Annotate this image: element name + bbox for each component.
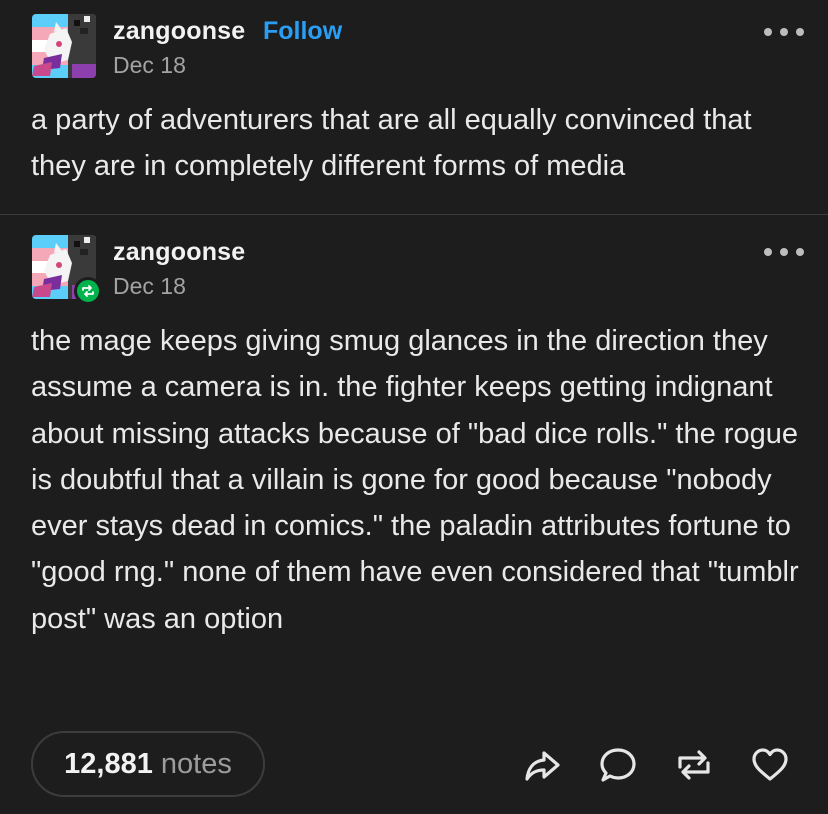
like-button[interactable] xyxy=(748,743,792,787)
more-dot-icon xyxy=(796,28,804,36)
reblog-body: the mage keeps giving smug glances in th… xyxy=(31,318,801,642)
post-username[interactable]: zangoonse xyxy=(113,17,245,46)
avatar-image xyxy=(32,14,96,78)
more-dot-icon xyxy=(764,248,772,256)
reblog-button[interactable] xyxy=(672,743,716,787)
reblog-badge-icon xyxy=(74,277,102,305)
post-date[interactable]: Dec 18 xyxy=(113,52,186,79)
reblog-icon xyxy=(678,750,710,780)
reblog-date[interactable]: Dec 18 xyxy=(113,273,186,300)
avatar[interactable] xyxy=(32,14,96,78)
notes-count: 12,881 xyxy=(64,747,153,780)
reblog-text: the mage keeps giving smug glances in th… xyxy=(31,325,799,635)
post-text: a party of adventurers that are all equa… xyxy=(31,104,752,183)
share-icon xyxy=(525,751,560,781)
original-post: zangoonse Follow Dec 18 a party of adven… xyxy=(0,0,828,214)
more-dot-icon xyxy=(780,28,788,36)
more-options-button[interactable] xyxy=(764,242,804,262)
more-options-button[interactable] xyxy=(764,22,804,42)
comment-button[interactable] xyxy=(596,743,640,787)
reblog-arrows-icon xyxy=(82,285,94,297)
more-dot-icon xyxy=(780,248,788,256)
more-dot-icon xyxy=(764,28,772,36)
more-dot-icon xyxy=(796,248,804,256)
comment-icon xyxy=(600,748,636,782)
reblog-username[interactable]: zangoonse xyxy=(113,238,245,267)
follow-button[interactable]: Follow xyxy=(263,17,342,46)
notes-label: notes xyxy=(160,747,232,780)
post-body: a party of adventurers that are all equa… xyxy=(31,97,801,190)
share-button[interactable] xyxy=(520,743,564,787)
like-icon xyxy=(752,748,788,781)
notes-button[interactable]: 12,881 notes xyxy=(31,731,265,797)
